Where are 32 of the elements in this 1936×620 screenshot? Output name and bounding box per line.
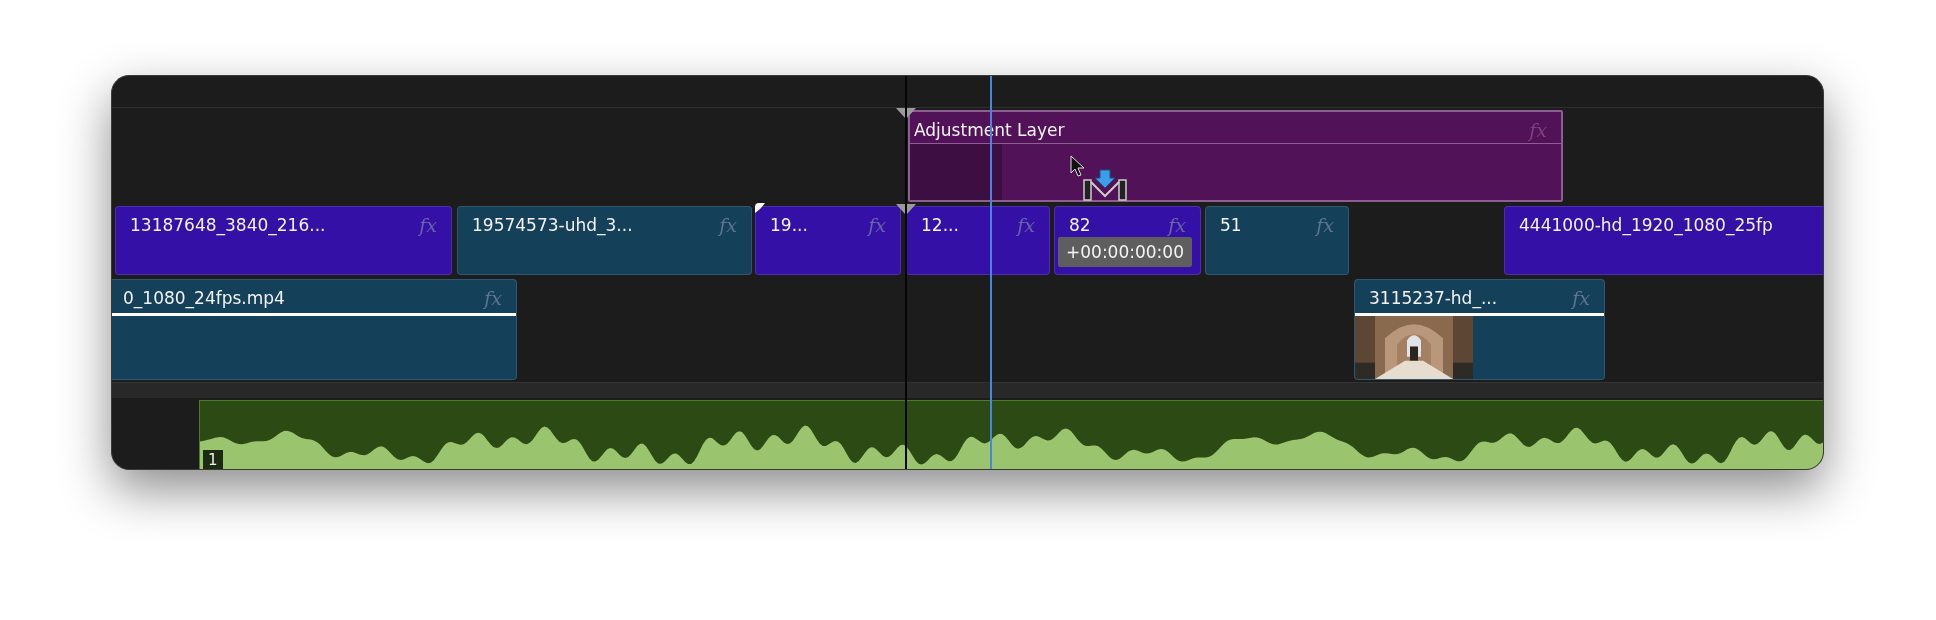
fx-label: fx [1572, 287, 1590, 309]
video-clip[interactable]: 3115237-hd_... fx [1354, 279, 1605, 380]
video-clip[interactable]: 13187648_3840_216... fx [115, 206, 452, 275]
clip-title: 12... [921, 215, 959, 235]
edit-point-icon [755, 203, 765, 213]
channel-number: 1 [203, 450, 223, 469]
fx-label: fx [484, 287, 502, 309]
fx-label: fx [719, 214, 737, 236]
audio-clip[interactable]: 1 [199, 400, 1823, 469]
clip-title: 3115237-hd_... [1369, 288, 1498, 308]
video-clip[interactable]: 19... fx [755, 206, 901, 275]
fx-label: fx [1316, 214, 1334, 236]
video-clip[interactable]: 51 fx [1205, 206, 1349, 275]
fx-label: fx [1017, 214, 1035, 236]
clip-title: 13187648_3840_216... [130, 215, 326, 235]
video-clip[interactable]: 12... fx [906, 206, 1050, 275]
clip-title: 19574573-uhd_3... [472, 215, 633, 235]
fx-label: fx [1168, 214, 1186, 236]
playhead-line[interactable] [905, 76, 907, 469]
timecode-tooltip: +00:00:00:00 [1058, 237, 1192, 267]
video-clip[interactable]: 0_1080_24fps.mp4 fx [112, 279, 517, 380]
clip-title: 0_1080_24fps.mp4 [123, 288, 285, 308]
insert-icon [1082, 168, 1128, 202]
clip-title: 51 [1220, 215, 1242, 235]
clip-title: 82 [1069, 215, 1091, 235]
clip-title: 19... [770, 215, 808, 235]
fx-label: fx [868, 214, 886, 236]
clip-title: 4441000-hd_1920_1080_25fp [1519, 215, 1773, 235]
fx-label: fx [419, 214, 437, 236]
video-clip[interactable]: 4441000-hd_1920_1080_25fp [1504, 206, 1823, 275]
video-clip[interactable]: 19574573-uhd_3... fx [457, 206, 752, 275]
pointer-icon [1070, 155, 1086, 177]
